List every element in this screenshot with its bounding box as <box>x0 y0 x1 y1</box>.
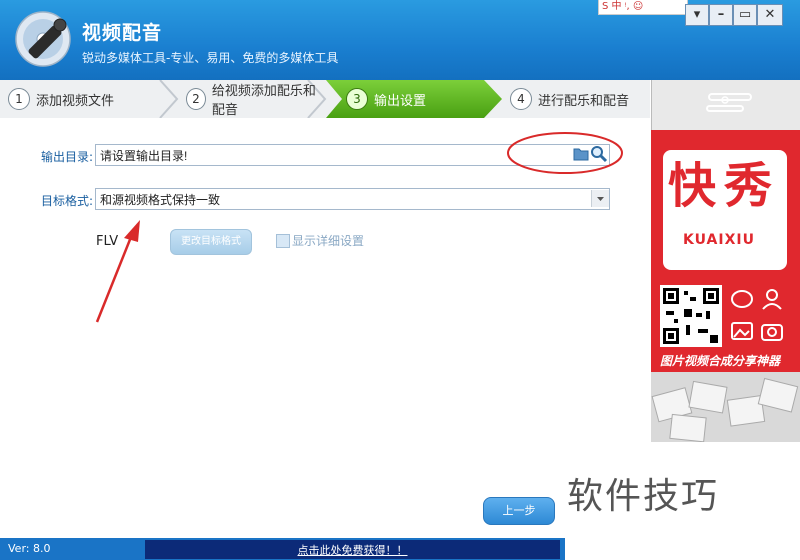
previous-step-button[interactable]: 上一步 <box>483 497 555 525</box>
version-text: Ver: 8.0 <box>8 542 51 555</box>
watermark: 软件技巧 <box>567 476 720 517</box>
free-offer-link[interactable]: 点击此处免费获得！！ <box>145 542 560 558</box>
